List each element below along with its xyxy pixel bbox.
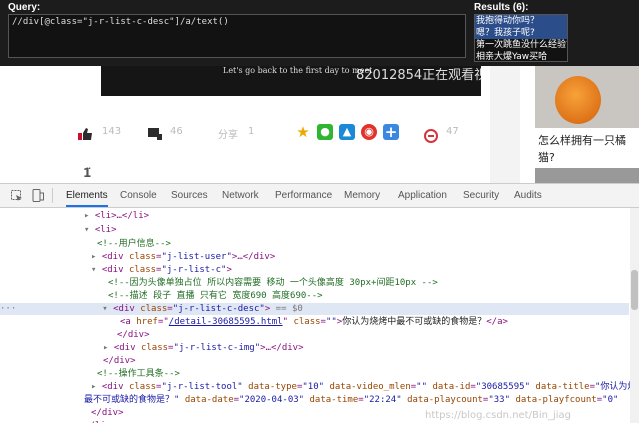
dom-node-tool[interactable]: ▸ <div class="j-r-list-tool" data-type="… — [91, 381, 630, 393]
dom-scrollbar[interactable] — [630, 208, 639, 423]
dom-node-li[interactable]: ▾ <li> — [84, 224, 117, 236]
weibo-icon[interactable]: ◉ — [361, 124, 377, 140]
xpath-helper-panel: Query: //div[@class="j-r-list-c-desc"]/a… — [0, 0, 639, 66]
next-post-label: 1̈ — [83, 166, 92, 180]
csdn-watermark: https://blog.csdn.net/Bin_jiag — [425, 410, 571, 421]
inspect-element-icon[interactable] — [11, 190, 23, 205]
comment-toolbar: <!--操作工具条--> — [97, 369, 180, 379]
share-count: 1 — [248, 126, 255, 137]
dislike-icon[interactable] — [148, 128, 162, 143]
devtools-tabbar: Elements Console Sources Network Perform… — [0, 183, 639, 208]
dom-close-div: </div> — [91, 408, 124, 418]
comment-avatar: <!--因为头像单独占位 所以内容需要 移动 一个头像高度 30px+间距10p… — [108, 278, 438, 288]
dom-tree: ▸ <li>…</li> ▾ <li> <!--用户信息--> ▸ <div c… — [0, 208, 630, 423]
result-item[interactable]: 我抱得动你吗？ — [475, 15, 567, 27]
viewer-watermark: 82012854正在观看视频 — [356, 68, 501, 83]
comment-desc: <!--描述 段子 直播 只有它 宽度690 高度690--> — [108, 291, 323, 301]
results-label: Results (6): — [474, 2, 529, 13]
tab-sources[interactable]: Sources — [171, 184, 208, 207]
video-player[interactable]: Let's go back to the first day to meet 8… — [101, 66, 500, 96]
page-scroll-strip — [490, 66, 520, 183]
web-page: Let's go back to the first day to meet 8… — [0, 66, 639, 183]
wechat-icon[interactable]: ● — [317, 124, 333, 140]
next-thumbnail[interactable] — [535, 168, 639, 183]
tab-elements[interactable]: Elements — [66, 184, 108, 207]
result-item[interactable]: 第一次跳鱼没什么经验? — [475, 39, 567, 51]
comment-icon[interactable] — [424, 129, 438, 146]
dom-node-user[interactable]: ▸ <div class="j-list-user">…</div> — [91, 251, 275, 263]
share-label: 分享 — [218, 130, 238, 141]
dom-scrollbar-thumb[interactable] — [631, 270, 638, 310]
result-item[interactable]: 嗯？我孩子呢? — [475, 27, 567, 39]
like-count: 143 — [102, 126, 122, 137]
orange-cat-thumbnail[interactable] — [535, 66, 639, 128]
qzone-star-icon[interactable]: ★ — [295, 124, 311, 140]
comment-count: 47 — [446, 126, 459, 137]
dom-node-anchor[interactable]: <a href="/detail-30685595.html" class=""… — [120, 316, 508, 328]
dom-node-desc-selected[interactable]: ··· ▾ <div class="j-r-list-c-desc"> == $0 — [0, 303, 629, 315]
tab-application[interactable]: Application — [398, 184, 447, 207]
tab-performance[interactable]: Performance — [275, 184, 332, 207]
comment-user-info: <!--用户信息--> — [97, 239, 171, 249]
result-item[interactable]: 相亲大爆Yaw买哈 — [475, 51, 567, 61]
device-toolbar-icon[interactable] — [32, 189, 44, 205]
recommend-title[interactable]: 怎么样拥有一只橘猫? — [538, 132, 634, 166]
dom-node-li-collapsed[interactable]: ▸ <li>…</li> — [84, 210, 149, 222]
dom-node-tool-cont: 最不可或缺的食物是？" data-date="2020-04-03" data-… — [84, 395, 619, 405]
dom-node-img[interactable]: ▸ <div class="j-r-list-c-img">…</div> — [103, 342, 304, 354]
tab-memory[interactable]: Memory — [344, 184, 380, 207]
dom-close-div: </div> — [103, 356, 136, 366]
dislike-count: 46 — [170, 126, 183, 137]
like-icon[interactable] — [78, 128, 92, 143]
tab-audits[interactable]: Audits — [514, 184, 542, 207]
results-list[interactable]: 我抱得动你吗？ 嗯？我孩子呢? 第一次跳鱼没什么经验? 相亲大爆Yaw买哈 — [474, 14, 568, 62]
tab-network[interactable]: Network — [222, 184, 259, 207]
more-share-icon[interactable]: + — [383, 124, 399, 140]
qq-penguin-icon[interactable]: ▲ — [339, 124, 355, 140]
dom-node-list-c[interactable]: ▾ <div class="j-r-list-c"> — [91, 264, 232, 276]
query-label: Query: — [8, 2, 41, 13]
video-caption: Let's go back to the first day to meet — [223, 66, 373, 75]
query-input[interactable]: //div[@class="j-r-list-c-desc"]/a/text() — [8, 14, 466, 58]
tab-console[interactable]: Console — [120, 184, 157, 207]
dom-close-div: </div> — [117, 330, 150, 340]
tab-security[interactable]: Security — [463, 184, 499, 207]
